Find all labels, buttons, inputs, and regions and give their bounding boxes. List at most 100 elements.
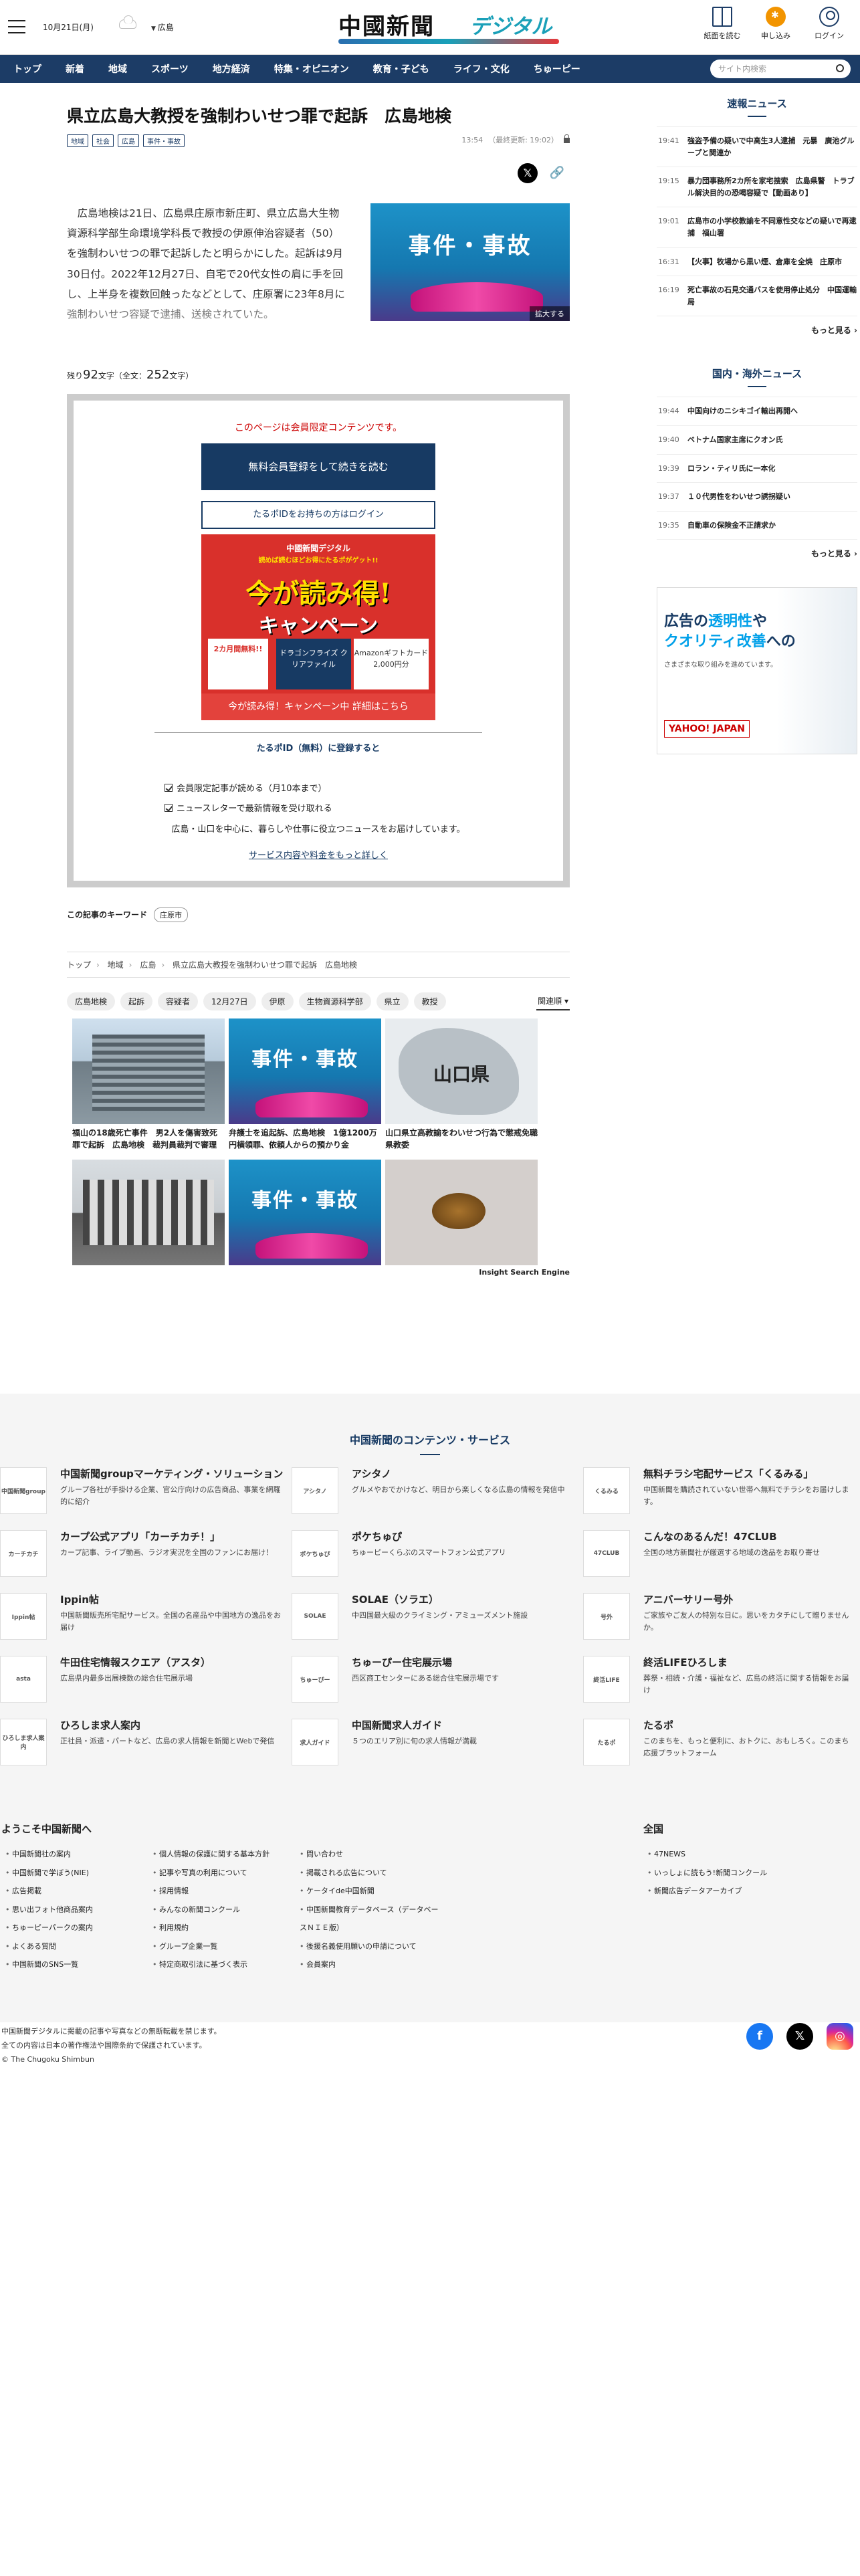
- region-selector[interactable]: 広島: [151, 21, 174, 33]
- service-item[interactable]: Ippin帖 Ippin帖 中国新聞販売所宅配サービス。全国の名産品や中国地方の逸品…: [0, 1593, 292, 1641]
- service-item[interactable]: たるポ たるポ このまちを、もっと便利に、おトクに、おもしろく。このまち応援プラット…: [583, 1719, 860, 1767]
- nav-item-economy[interactable]: 地方経済: [201, 62, 262, 76]
- nav-item-feature[interactable]: 特集・オピニオン: [262, 62, 361, 76]
- footer-link[interactable]: 問い合わせ: [300, 1845, 441, 1864]
- news-item[interactable]: 19:15 暴力団事務所2カ所を家宅捜索 広島県警 トラブル解決目的の恐喝容疑で【…: [657, 167, 857, 208]
- footer-link[interactable]: 中国新聞のSNS一覧: [5, 1955, 147, 1974]
- subscribe-button[interactable]: 申し込み: [754, 7, 797, 41]
- news-item[interactable]: 19:39 ロラン・ティリ氏に一本化: [657, 455, 857, 484]
- footer-link[interactable]: 新聞広告データアーカイブ: [647, 1882, 843, 1901]
- nav-item-top[interactable]: トップ: [1, 62, 53, 76]
- nav-item-life[interactable]: ライフ・文化: [441, 62, 522, 76]
- service-item[interactable]: くるみる 無料チラシ宅配サービス「くるみる」 中国新聞を購読されていない世帯へ無料で…: [583, 1467, 860, 1515]
- chip[interactable]: 12月27日: [203, 992, 256, 1010]
- service-item[interactable]: 47CLUB こんなのあるんだ！47CLUB 全国の地方新聞社が厳選する地域の逸品を…: [583, 1530, 860, 1578]
- footer-link[interactable]: 中国新聞教育データベース（データベースＮＩＥ版）: [300, 1901, 441, 1937]
- chip[interactable]: 県立: [376, 992, 409, 1010]
- enlarge-button[interactable]: 拡大する: [530, 306, 570, 321]
- news-item[interactable]: 19:41 強盗予備の疑いで中高生3人逮捕 元暴 廣池グループと関連か: [657, 127, 857, 168]
- footer-link[interactable]: 利用規約: [152, 1919, 294, 1937]
- footer-link[interactable]: 掲載される広告について: [300, 1864, 441, 1883]
- nav-item-education[interactable]: 教育・子ども: [361, 62, 441, 76]
- footer-link[interactable]: 思い出フォト他商品案内: [5, 1901, 147, 1919]
- register-button[interactable]: 無料会員登録をして続きを読む: [201, 443, 435, 490]
- x-icon[interactable]: 𝕏: [786, 2023, 813, 2050]
- footer-link[interactable]: 採用情報: [152, 1882, 294, 1901]
- nav-item-region[interactable]: 地域: [96, 62, 139, 76]
- service-item[interactable]: 求人ガイド 中国新聞求人ガイド ５つのエリア別に旬の求人情報が満載: [292, 1719, 583, 1767]
- breadcrumb-region[interactable]: 地域: [108, 960, 124, 970]
- news-item[interactable]: 19:01 広島市の小学校教諭を不同意性交などの疑いで再逮捕 福山署: [657, 207, 857, 248]
- service-item[interactable]: ポケちゅぴ ポケちゅぴ ちゅーピーくらぶのスマートフォン公式アプリ: [292, 1530, 583, 1578]
- news-item[interactable]: 16:19 死亡事故の石見交通バスを使用停止処分 中国運輸局: [657, 276, 857, 317]
- sort-dropdown[interactable]: 関連順 ▾: [536, 992, 570, 1010]
- service-item[interactable]: SOLAE SOLAE（ソラエ） 中四国最大級のクライミング・アミューズメント施設: [292, 1593, 583, 1641]
- tag-hiroshima[interactable]: 広島: [118, 134, 139, 147]
- related-item[interactable]: [385, 1159, 538, 1265]
- more-link[interactable]: もっと見る: [657, 324, 857, 336]
- campaign-banner[interactable]: 中國新聞デジタル 読めば読むほどお得にたるポがゲット!! 今が読み得! キャンペ…: [201, 534, 435, 720]
- ad-banner[interactable]: 広告の透明性や クオリティ改善への さまざまな取り組みを進めています。 YAHOO…: [657, 587, 857, 755]
- footer-link[interactable]: ケータイde中国新聞: [300, 1882, 441, 1901]
- tag-shakai[interactable]: 社会: [92, 134, 114, 147]
- footer-link[interactable]: グループ企業一覧: [152, 1937, 294, 1956]
- footer-link[interactable]: みんなの新聞コンクール: [152, 1901, 294, 1919]
- news-item[interactable]: 16:31 【火事】牧場から黒い煙、倉庫を全焼 庄原市: [657, 248, 857, 277]
- related-item[interactable]: 福山の18歳死亡事件 男2人を傷害致死罪で起訴 広島地検 裁判員裁判で審理: [72, 1018, 225, 1152]
- chip[interactable]: 広島地検: [67, 992, 116, 1010]
- x-share-icon[interactable]: 𝕏: [518, 163, 538, 183]
- chip[interactable]: 伊原: [261, 992, 294, 1010]
- breadcrumb-top[interactable]: トップ: [67, 960, 91, 970]
- service-item[interactable]: カーチカチ カープ公式アプリ「カーチカチ！」 カープ記事、ライブ動画、ラジオ実況を全…: [0, 1530, 292, 1578]
- related-item[interactable]: 事件・事故 弁護士を追起訴、広島地検 1億1200万円横領罪、依頼人からの預かり金: [229, 1018, 381, 1152]
- tag-jiken[interactable]: 事件・事故: [143, 134, 185, 147]
- tag-chiiki[interactable]: 地域: [67, 134, 88, 147]
- related-item[interactable]: 事件・事故: [229, 1159, 381, 1265]
- keyword-tag[interactable]: 庄原市: [154, 907, 189, 922]
- more-link[interactable]: もっと見る: [657, 548, 857, 559]
- article-photo[interactable]: 事件・事故 拡大する: [370, 203, 570, 354]
- footer-link[interactable]: 中国新聞で学ぼう(NIE): [5, 1864, 147, 1883]
- facebook-icon[interactable]: f: [746, 2023, 773, 2050]
- news-item[interactable]: 19:35 自動車の保険金不正請求か: [657, 512, 857, 540]
- service-item[interactable]: 号外 アニバーサリー号外 ご家族やご友人の特別な日に。思いをカタチにして贈りませんか…: [583, 1593, 860, 1641]
- breadcrumb-hiroshima[interactable]: 広島: [140, 960, 156, 970]
- service-item[interactable]: 終活LIFE 終活LIFEひろしま 葬祭・相続・介護・福祉など、広島の終活に関する情…: [583, 1656, 860, 1704]
- news-item[interactable]: 19:40 ベトナム国家主席にクオン氏: [657, 426, 857, 455]
- service-item[interactable]: ちゅーぴー ちゅーぴー住宅展示場 西区商工センターにある総合住宅展示場です: [292, 1656, 583, 1704]
- footer-link[interactable]: よくある質問: [5, 1937, 147, 1956]
- footer-link[interactable]: 個人情報の保護に関する基本方針: [152, 1845, 294, 1864]
- service-details-link[interactable]: サービス内容や料金をもっと詳しく: [98, 848, 539, 861]
- footer-link[interactable]: 後援名義使用願いの申請について: [300, 1937, 441, 1956]
- search-input[interactable]: サイト内検索: [710, 60, 851, 78]
- service-item[interactable]: アシタノ アシタノ グルメやおでかけなど、明日から楽しくなる広島の情報を発信中: [292, 1467, 583, 1515]
- service-item[interactable]: asta 牛田住宅情報スクエア（アスタ） 広島県内最多出展棟数の総合住宅展示場: [0, 1656, 292, 1704]
- login-button-paywall[interactable]: たるポIDをお持ちの方はログイン: [201, 501, 435, 529]
- footer-link[interactable]: 47NEWS: [647, 1845, 843, 1864]
- footer-link[interactable]: 広告掲載: [5, 1882, 147, 1901]
- menu-icon[interactable]: [8, 20, 25, 33]
- related-item[interactable]: [72, 1159, 225, 1265]
- nav-item-sports[interactable]: スポーツ: [139, 62, 201, 76]
- login-button[interactable]: ログイン: [808, 7, 851, 41]
- chip[interactable]: 容疑者: [158, 992, 199, 1010]
- nav-item-new[interactable]: 新着: [53, 62, 96, 76]
- chip[interactable]: 生物資源科学部: [298, 992, 371, 1010]
- service-item[interactable]: ひろしま求人案内 ひろしま求人案内 正社員・派遣・パートなど、広島の求人情報を新聞と…: [0, 1719, 292, 1767]
- chip[interactable]: 起訴: [120, 992, 153, 1010]
- chip[interactable]: 教授: [413, 992, 446, 1010]
- news-item[interactable]: 19:44 中国向けのニシキゴイ輸出再開へ: [657, 397, 857, 426]
- link-copy-icon[interactable]: 🔗: [550, 166, 564, 180]
- site-logo[interactable]: 中國新聞 デジタル: [338, 5, 559, 49]
- footer-link[interactable]: いっしょに読もう!新聞コンクール: [647, 1864, 843, 1883]
- instagram-icon[interactable]: ◎: [827, 2023, 853, 2050]
- nav-item-chupy[interactable]: ちゅーピー: [522, 62, 593, 76]
- footer-link[interactable]: ちゅーピーパークの案内: [5, 1919, 147, 1937]
- footer-link[interactable]: 会員案内: [300, 1955, 441, 1974]
- footer-link[interactable]: 特定商取引法に基づく表示: [152, 1955, 294, 1974]
- search-icon[interactable]: [836, 64, 844, 72]
- news-item[interactable]: 19:37 １０代男性をわいせつ誘拐疑い: [657, 483, 857, 512]
- service-item[interactable]: 中国新聞group 中国新聞groupマーケティング・ソリューション グループ各社が…: [0, 1467, 292, 1515]
- footer-link[interactable]: 中国新聞社の案内: [5, 1845, 147, 1864]
- footer-link[interactable]: 記事や写真の利用について: [152, 1864, 294, 1883]
